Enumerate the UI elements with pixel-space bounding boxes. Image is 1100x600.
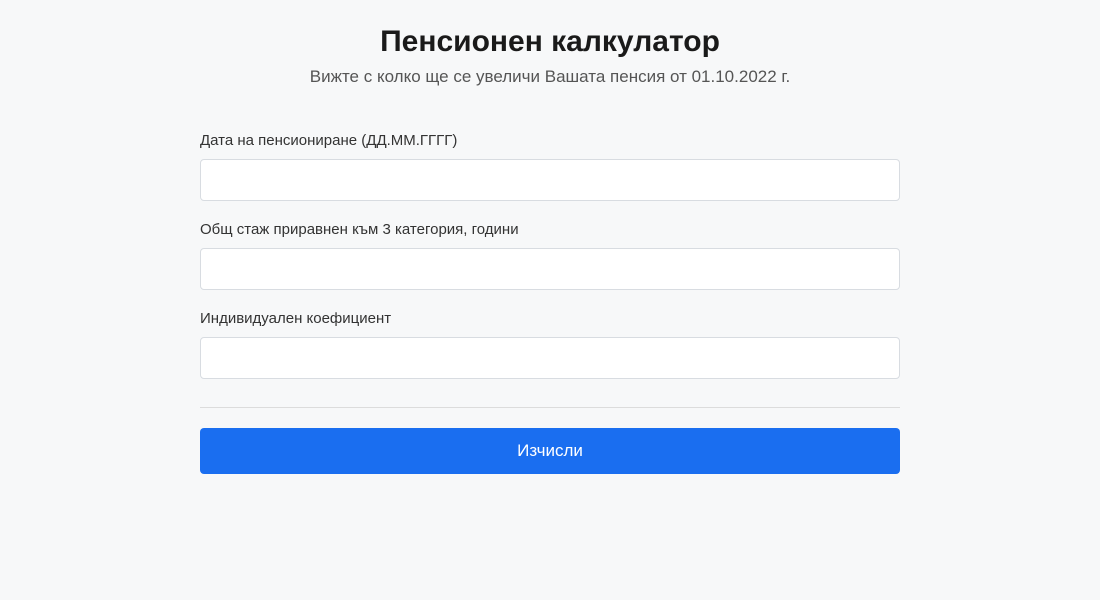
- form-group-retirement-date: Дата на пенсиониране (ДД.ММ.ГГГГ): [200, 132, 900, 201]
- form-divider: [200, 407, 900, 408]
- label-retirement-date: Дата на пенсиониране (ДД.ММ.ГГГГ): [200, 132, 900, 149]
- input-years-service[interactable]: [200, 248, 900, 290]
- label-coefficient: Индивидуален коефициент: [200, 310, 900, 327]
- calculator-container: Пенсионен калкулатор Вижте с колко ще се…: [200, 0, 900, 474]
- form-group-coefficient: Индивидуален коефициент: [200, 310, 900, 379]
- input-coefficient[interactable]: [200, 337, 900, 379]
- form-group-years-service: Общ стаж приравнен към 3 категория, годи…: [200, 221, 900, 290]
- label-years-service: Общ стаж приравнен към 3 категория, годи…: [200, 221, 900, 238]
- page-title: Пенсионен калкулатор: [200, 25, 900, 59]
- input-retirement-date[interactable]: [200, 159, 900, 201]
- calculate-button[interactable]: Изчисли: [200, 428, 900, 474]
- page-subtitle: Вижте с колко ще се увеличи Вашата пенси…: [200, 67, 900, 87]
